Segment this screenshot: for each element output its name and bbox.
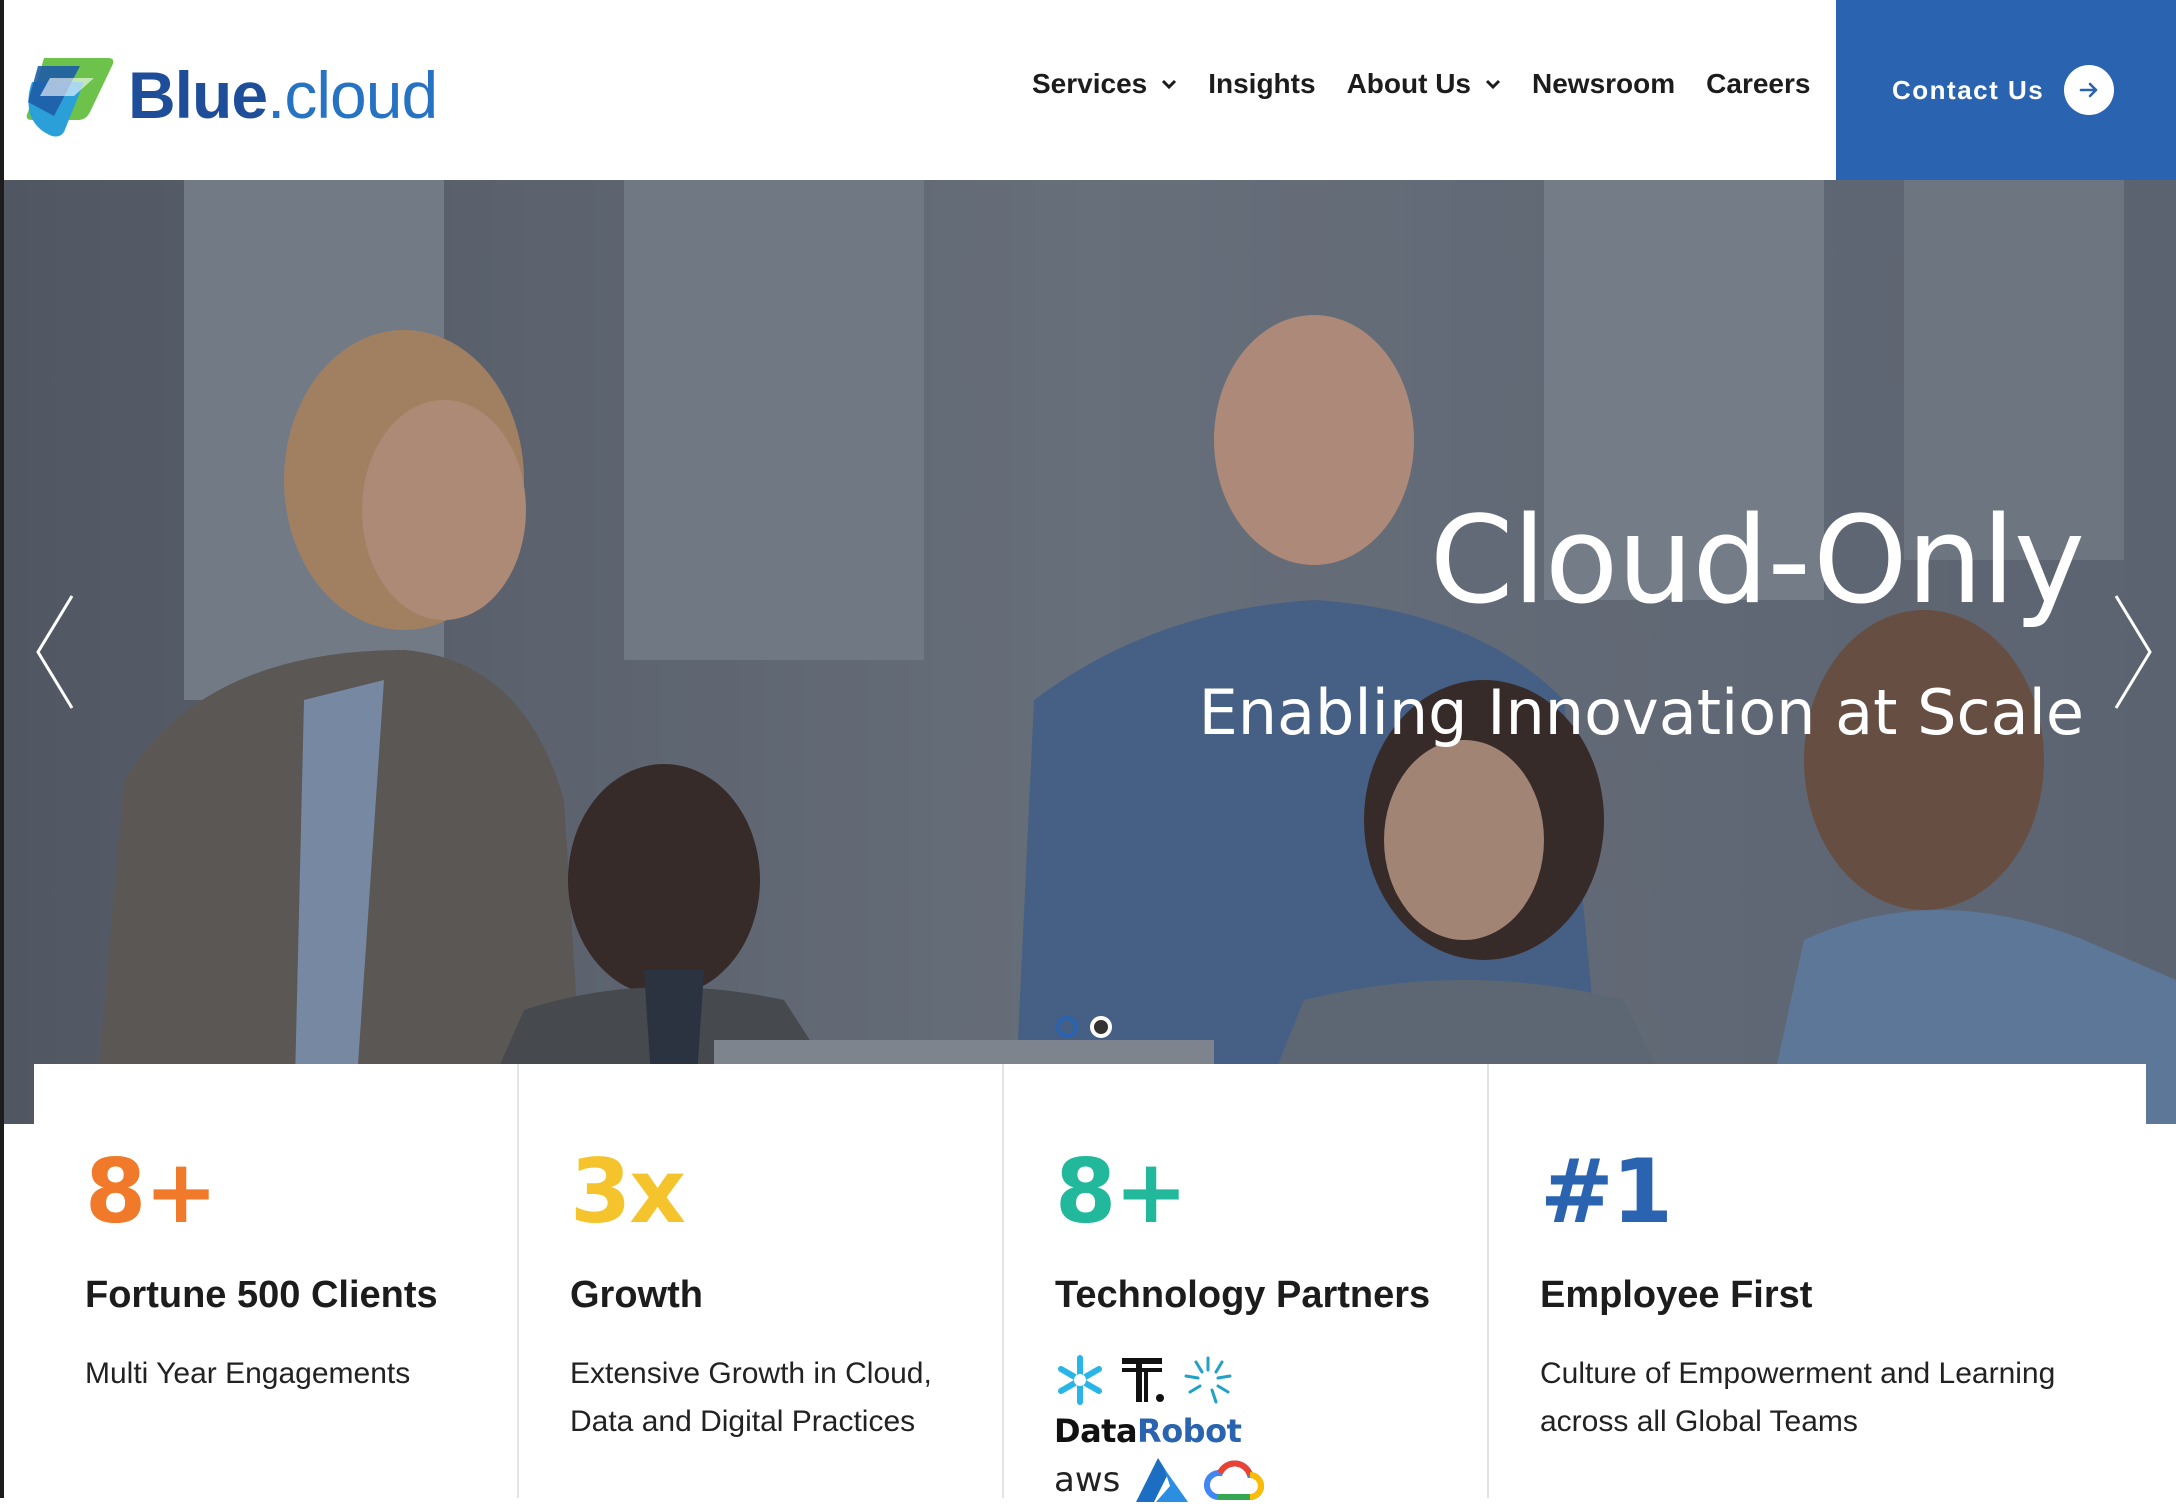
hero-title: Cloud-Only [1429,492,2085,631]
stat-description: Extensive Growth in Cloud, Data and Digi… [570,1357,932,1438]
nav-careers-label: Careers [1706,68,1811,99]
main-nav: Services Insights About Us Newsroom Care… [1032,68,1841,100]
blue-cloud-logo-icon [26,58,114,137]
stat-title: Growth [570,1274,703,1316]
carousel-indicators [1056,1016,1112,1038]
stat-number: #1 [1540,1140,1673,1243]
stat-description: Multi Year Engagements [85,1357,411,1390]
aws-logo: aws [1054,1460,1121,1500]
snowflake-icon [1058,1355,1102,1405]
nav-newsroom[interactable]: Newsroom [1532,68,1675,100]
stat-number: 3x [570,1140,686,1243]
stat-description: Culture of Empowerment and Learning acro… [1540,1357,2056,1438]
partner-logos: DataRobot aws [1054,1354,1354,1510]
chevron-right-icon[interactable] [2108,592,2158,712]
hero-photo-team-meeting [4,180,2176,1124]
nav-insights-label: Insights [1208,68,1316,99]
nav-services-label: Services [1032,68,1148,99]
chevron-down-icon [1162,79,1177,90]
stat-card-clients: 8+ Fortune 500 Clients Multi Year Engage… [34,1064,519,1498]
arrow-right-icon [2064,65,2115,115]
logo-suffix: .cloud [267,58,438,132]
stat-title: Technology Partners [1055,1274,1431,1316]
stat-card-employees: #1 Employee First Culture of Empowerment… [1489,1064,2146,1498]
nav-about-us-label: About Us [1346,68,1471,99]
site-header: Blue.cloud Services Insights About Us Ne… [0,0,2176,180]
nav-services[interactable]: Services [1032,68,1177,100]
stat-title: Employee First [1540,1274,1813,1316]
stat-number: 8+ [1055,1140,1188,1243]
nav-newsroom-label: Newsroom [1532,68,1676,99]
stat-card-growth: 3x Growth Extensive Growth in Cloud, Dat… [519,1064,1004,1498]
contact-us-label: Contact Us [1892,74,2045,105]
talend-icon [1122,1358,1164,1402]
window-edge [0,0,4,1498]
stat-number: 8+ [85,1140,218,1243]
azure-icon [1136,1458,1189,1502]
site-logo[interactable]: Blue.cloud [24,52,438,138]
chevron-down-icon [1485,79,1501,90]
google-cloud-icon [1204,1460,1265,1500]
stat-card-partners: 8+ Technology Partners DataRobot aws [1004,1064,1489,1502]
nav-about-us[interactable]: About Us [1347,68,1501,100]
logo-wordmark: Blue.cloud [128,62,438,128]
hero-subtitle: Enabling Innovation at Scale [1198,676,2084,749]
chevron-left-icon[interactable] [30,592,80,712]
databricks-burst-icon [1184,1356,1232,1404]
datarobot-logo: DataRobot [1054,1412,1242,1450]
carousel-dot-1[interactable] [1056,1016,1078,1038]
stats-section: 8+ Fortune 500 Clients Multi Year Engage… [34,1064,2146,1502]
contact-us-button[interactable]: Contact Us [1836,0,2176,180]
nav-insights[interactable]: Insights [1208,68,1315,100]
stat-title: Fortune 500 Clients [85,1274,438,1316]
carousel-dot-2[interactable] [1090,1016,1112,1038]
hero-carousel: Cloud-Only Enabling Innovation at Scale [4,180,2176,1124]
nav-careers[interactable]: Careers [1706,68,1810,100]
logo-brand: Blue [128,58,268,132]
